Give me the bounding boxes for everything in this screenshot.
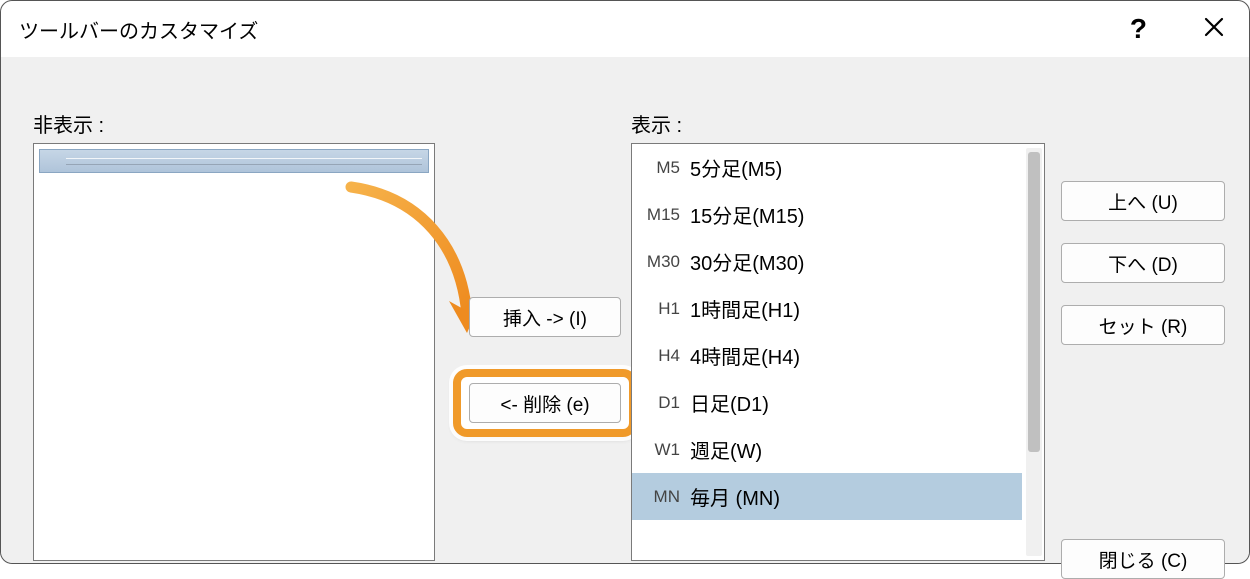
- remove-button[interactable]: <- 削除 (e): [469, 383, 621, 423]
- list-item[interactable]: W1週足(W): [632, 426, 1022, 473]
- hidden-list-separator-item[interactable]: [39, 149, 429, 173]
- hidden-listbox[interactable]: [33, 143, 435, 561]
- list-item-code: MN: [638, 487, 690, 507]
- move-down-button[interactable]: 下へ (D): [1061, 243, 1225, 283]
- list-item-label: 30分足(M30): [690, 247, 1022, 276]
- remove-button-highlight: <- 削除 (e): [453, 369, 637, 437]
- list-item-code: H1: [638, 299, 690, 319]
- visible-list-panel: M55分足(M5)M1515分足(M15)M3030分足(M30)H11時間足(…: [631, 143, 1045, 561]
- list-item-code: W1: [638, 440, 690, 460]
- list-item-label: 毎月 (MN): [690, 482, 1022, 511]
- titlebar-controls: ?: [1122, 1, 1233, 57]
- list-item-code: M15: [638, 205, 690, 225]
- list-item[interactable]: M3030分足(M30): [632, 238, 1022, 285]
- close-row: 閉じる (C): [1061, 539, 1225, 579]
- list-item-label: 4時間足(H4): [690, 341, 1022, 370]
- list-item-label: 15分足(M15): [690, 200, 1022, 229]
- list-item[interactable]: M55分足(M5): [632, 144, 1022, 191]
- dialog-title: ツールバーのカスタマイズ: [19, 15, 258, 44]
- visible-listbox[interactable]: M55分足(M5)M1515分足(M15)M3030分足(M30)H11時間足(…: [631, 143, 1045, 561]
- order-buttons: 上へ (U) 下へ (D) セット (R): [1061, 181, 1225, 345]
- set-button[interactable]: セット (R): [1061, 305, 1225, 345]
- list-item[interactable]: M1515分足(M15): [632, 191, 1022, 238]
- list-item-label: 日足(D1): [690, 388, 1022, 417]
- list-item[interactable]: H44時間足(H4): [632, 332, 1022, 379]
- scrollbar-thumb[interactable]: [1028, 152, 1040, 452]
- help-button[interactable]: ?: [1122, 13, 1155, 45]
- insert-button[interactable]: 挿入 -> (I): [469, 297, 621, 337]
- list-item[interactable]: D1日足(D1): [632, 379, 1022, 426]
- close-icon[interactable]: [1195, 14, 1233, 45]
- visible-list-scrollbar[interactable]: [1026, 148, 1042, 556]
- titlebar: ツールバーのカスタマイズ ?: [1, 1, 1249, 57]
- list-item-code: M30: [638, 252, 690, 272]
- visible-list-label: 表示 :: [631, 109, 682, 138]
- list-item-label: 1時間足(H1): [690, 294, 1022, 323]
- customize-toolbar-dialog: ツールバーのカスタマイズ ? 非表示 : 挿入 -: [0, 0, 1250, 564]
- dialog-content: 非表示 : 挿入 -> (I) <- 削除 (e) 表示 :: [1, 57, 1249, 563]
- list-item-code: M5: [638, 158, 690, 178]
- list-item-label: 5分足(M5): [690, 153, 1022, 182]
- list-item-code: D1: [638, 393, 690, 413]
- move-up-button[interactable]: 上へ (U): [1061, 181, 1225, 221]
- transfer-buttons: 挿入 -> (I) <- 削除 (e): [453, 297, 637, 437]
- close-button[interactable]: 閉じる (C): [1061, 539, 1225, 579]
- list-item[interactable]: MN毎月 (MN): [632, 473, 1022, 520]
- hidden-list-label: 非表示 :: [33, 109, 104, 138]
- list-item-code: H4: [638, 346, 690, 366]
- hidden-list-panel: [33, 143, 435, 561]
- list-item-label: 週足(W): [690, 435, 1022, 464]
- list-item[interactable]: H11時間足(H1): [632, 285, 1022, 332]
